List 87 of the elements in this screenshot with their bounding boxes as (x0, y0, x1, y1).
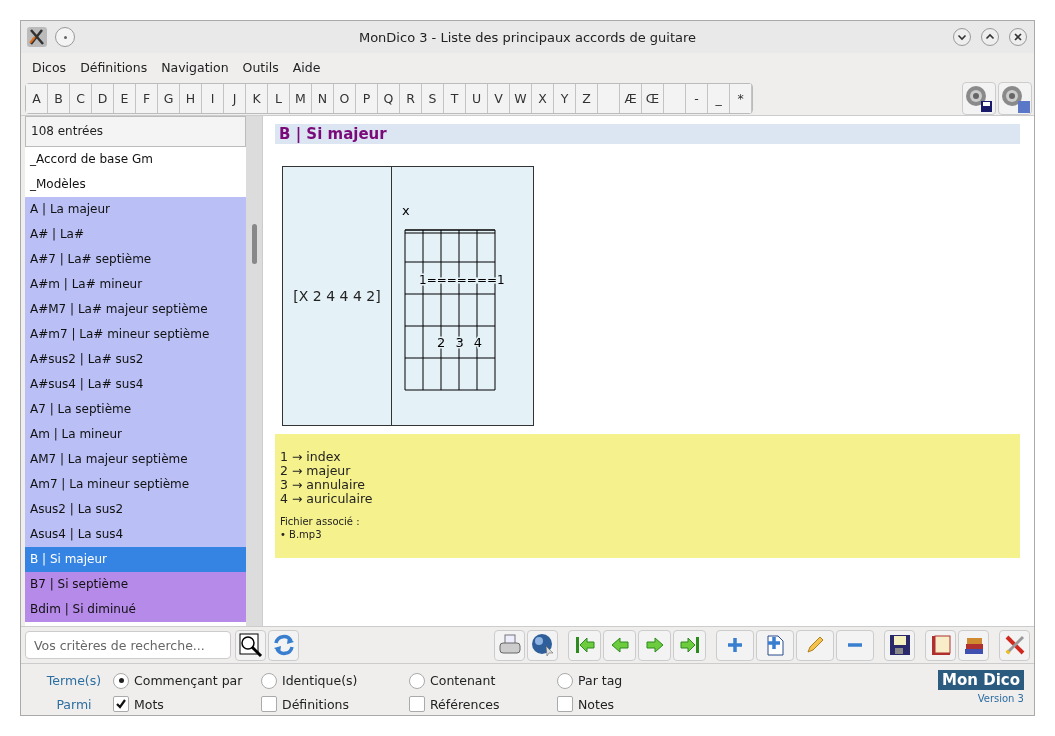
entry-list-item[interactable]: B | Si majeur (25, 547, 246, 572)
save-button[interactable] (884, 629, 915, 661)
radio-label[interactable]: Par tag (578, 673, 623, 689)
minimize-button[interactable] (952, 27, 972, 47)
radio-label[interactable]: Identique(s) (282, 673, 358, 689)
add-button[interactable] (716, 629, 754, 661)
book-button[interactable] (925, 629, 956, 661)
file-label: Fichier associé : (280, 516, 361, 527)
floppy-icon (887, 633, 912, 657)
speaker-floppy-icon (964, 83, 994, 113)
entry-list-item[interactable]: A7 | La septième (25, 397, 246, 422)
entry-list-item[interactable]: Asus2 | La sus2 (25, 497, 246, 522)
entry-list-item[interactable]: A#sus4 | La# sus4 (25, 372, 246, 397)
first-button[interactable] (568, 629, 601, 661)
next-button[interactable] (638, 629, 671, 661)
finger-legend: 1 → index (280, 450, 1015, 464)
entry-list-item[interactable]: Am | La mineur (25, 422, 246, 447)
entry-list-item[interactable]: Bdim | Si diminué (25, 597, 246, 622)
printer-icon (497, 633, 522, 657)
tools-button[interactable] (999, 629, 1030, 661)
checkbox-label[interactable]: Mots (134, 696, 164, 712)
magnifier-icon (238, 633, 263, 657)
chord-notation: [X 2 4 4 4 2] (283, 167, 392, 425)
scrollbar-thumb[interactable] (252, 224, 257, 264)
checkbox[interactable] (261, 696, 277, 713)
app-logo: Mon Dico (938, 670, 1024, 690)
finger-legend: 3 → annulaire (280, 478, 1015, 492)
radio-button[interactable] (261, 672, 277, 689)
letter-button[interactable]: A (26, 83, 48, 113)
remove-button[interactable] (836, 629, 874, 661)
menu-item[interactable]: Dicos (32, 59, 67, 75)
menu-item[interactable]: Définitions (80, 59, 148, 75)
window-title: MonDico 3 - Liste des principaux accords de guitare (357, 29, 698, 45)
checkbox[interactable] (113, 696, 129, 713)
pin-button[interactable] (55, 27, 75, 47)
checkbox[interactable] (557, 696, 573, 713)
previous-button[interactable] (603, 629, 636, 661)
menu-item[interactable]: Outils (242, 59, 279, 75)
speaker-icon (1000, 83, 1030, 113)
globe-icon (530, 633, 555, 657)
fretboard-drawing: x 1=======1 2 3 4 (392, 203, 510, 418)
print-button[interactable] (494, 629, 525, 661)
entry-count: 108 entrées (25, 116, 246, 147)
globe-button[interactable] (527, 629, 558, 661)
entry-list-item[interactable]: A#m | La# mineur (25, 272, 246, 297)
add-page-button[interactable] (756, 629, 794, 661)
entry-list-item[interactable]: A#m7 | La# mineur septième (25, 322, 246, 347)
pencil-button[interactable] (796, 629, 834, 661)
terms-label: Terme(s) (45, 673, 103, 689)
entry-list-item[interactable]: A#sus2 | La# sus2 (25, 347, 246, 372)
checkbox-label[interactable]: Définitions (282, 696, 350, 712)
entry-list-item[interactable]: Asus4 | La sus4 (25, 522, 246, 547)
finger-legend: 2 → majeur (280, 464, 1015, 478)
minus-icon (848, 643, 862, 647)
last-button[interactable] (673, 629, 706, 661)
menu-item[interactable]: Aide (292, 59, 321, 75)
checkbox-label[interactable]: Notes (578, 696, 615, 712)
file-link[interactable]: • B.mp3 (280, 529, 1015, 540)
entry-list-item[interactable]: A# | La# (25, 222, 246, 247)
entry-list-item[interactable]: A | La majeur (25, 197, 246, 222)
radio-label[interactable]: Contenant (430, 673, 496, 689)
entry-list-item[interactable]: AM7 | La majeur septième (25, 447, 246, 472)
entry-list-item[interactable]: B7 | Si septième (25, 572, 246, 597)
entry-title: B | Si majeur (275, 124, 1020, 144)
refresh-icon (271, 633, 296, 657)
menu-item[interactable]: Navigation (161, 59, 229, 75)
finger-legend: 4 → auriculaire (280, 492, 1015, 506)
radio-button[interactable] (113, 672, 129, 689)
entry-list-item[interactable]: Am7 | La mineur septième (25, 472, 246, 497)
entry-list-item[interactable]: A#M7 | La# majeur septième (25, 297, 246, 322)
app-icon[interactable] (27, 27, 47, 47)
speaker-save-button[interactable] (962, 81, 996, 115)
checkbox-label[interactable]: Références (430, 696, 500, 712)
speaker-button[interactable] (998, 81, 1032, 115)
maximize-button[interactable] (980, 27, 1000, 47)
checkbox[interactable] (409, 696, 425, 713)
among-label: Parmi (55, 696, 93, 712)
entry-list-item[interactable]: A#7 | La# septième (25, 247, 246, 272)
search-button[interactable] (235, 629, 266, 661)
books-button[interactable] (958, 629, 989, 661)
radio-button[interactable] (557, 672, 573, 689)
radio-label[interactable]: Commençant par (134, 673, 243, 689)
version-label: Version 3 (977, 693, 1024, 704)
refresh-button[interactable] (268, 629, 299, 661)
search-field[interactable]: Vos critères de recherche... (25, 631, 231, 659)
close-button[interactable] (1008, 27, 1028, 47)
radio-button[interactable] (409, 672, 425, 689)
